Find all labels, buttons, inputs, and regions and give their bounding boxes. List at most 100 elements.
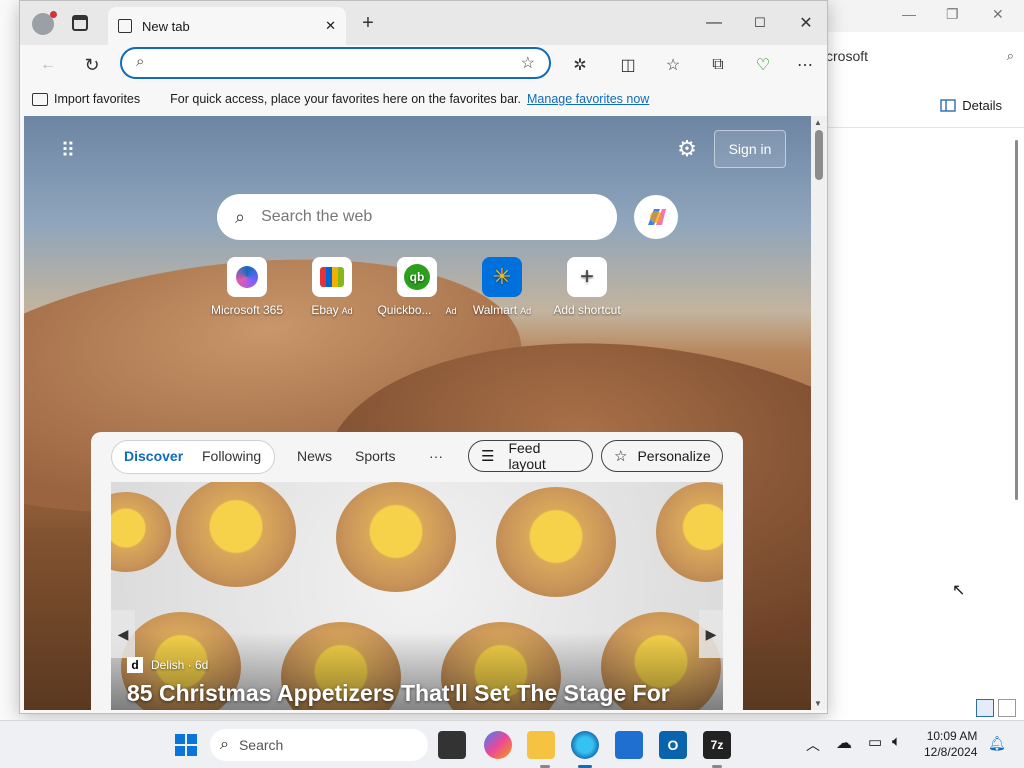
collections-icon[interactable]: ⧉ [704, 51, 732, 79]
carousel-next-arrow-icon[interactable]: ▶ [699, 610, 723, 658]
microsoft-365-icon [227, 257, 267, 297]
scroll-down-arrow-icon[interactable]: ▼ [814, 699, 822, 708]
page-scrollbar[interactable]: ▲ ▼ [811, 116, 827, 710]
feed-layout-button[interactable]: ☰ Feed layout [468, 440, 593, 472]
taskbar: ⌕ Search O 7z ︿ ☁ ▭ 🔈︎ 10:09 AM 12/8/202… [0, 720, 1024, 768]
news-feed-panel: Discover Following News Sports ··· ☰ Fee… [91, 432, 743, 710]
minimize-button[interactable]: — [702, 11, 726, 35]
manage-favorites-link[interactable]: Manage favorites now [527, 92, 649, 106]
shortcut-label: Walmart [472, 303, 518, 317]
details-button[interactable]: Details [940, 98, 1002, 113]
shortcut-label: Microsoft 365 [210, 303, 284, 317]
explorer-scrollbar[interactable] [1015, 140, 1018, 500]
explorer-minimize-button[interactable]: — [902, 6, 916, 22]
address-bar[interactable]: ⌕ ☆ [120, 47, 551, 79]
start-windows-icon[interactable] [172, 731, 200, 759]
explorer-close-button[interactable]: ✕ [992, 6, 1004, 23]
seven-zip-icon[interactable]: 7z [703, 731, 731, 759]
explorer-maximize-button[interactable]: ❐ [946, 6, 959, 23]
details-view-button[interactable] [976, 699, 994, 717]
add-shortcut-plus-icon: + [567, 257, 607, 297]
shortcut-quickbooks[interactable]: qb Quickbo... Ad [372, 257, 462, 317]
tab-actions-icon[interactable] [72, 15, 88, 31]
hero-headline[interactable]: 85 Christmas Appetizers That'll Set The … [127, 680, 670, 707]
notifications-bell-icon[interactable]: 🔔︎ [988, 735, 1006, 752]
tab-strip: New tab ✕ + — ☐ ✕ [20, 1, 827, 45]
hero-source: d Delish · 6d [127, 657, 208, 673]
page-settings-gear-icon[interactable]: ⚙ [674, 136, 700, 162]
search-icon: ⌕ [235, 206, 246, 227]
copilot-taskbar-icon[interactable] [484, 731, 512, 759]
mouse-cursor-icon: ↖ [952, 582, 966, 599]
volume-icon[interactable]: 🔈︎ [892, 733, 901, 750]
food-photo-shape [176, 482, 296, 587]
food-photo-shape [496, 487, 616, 597]
profile-alert-dot-icon [50, 11, 57, 18]
favorites-bar: Import favorites For quick access, place… [20, 85, 827, 113]
feed-layout-label: Feed layout [508, 440, 546, 472]
outlook-icon[interactable]: O [659, 731, 687, 759]
web-search-box[interactable]: ⌕ Search the web [217, 194, 617, 240]
favorites-icon[interactable]: ☆ [659, 51, 687, 79]
shortcut-label: Quickbo... [377, 303, 432, 317]
settings-more-icon[interactable]: ⋯ [791, 51, 819, 79]
favorite-star-icon[interactable]: ☆ [521, 53, 535, 73]
maximize-button[interactable]: ☐ [748, 11, 772, 35]
tiles-view-button[interactable] [998, 699, 1016, 717]
shortcut-walmart[interactable]: ✳ Walmart Ad [457, 257, 547, 317]
sparkle-star-icon: ☆ [614, 448, 628, 465]
apps-grid-icon[interactable]: ⠿ [56, 138, 80, 162]
browser-toolbar: ← ↻ ⌕ ☆ ✲ ◫ ☆ ⧉ ♡ ⋯ [20, 45, 827, 85]
clock[interactable]: 10:09 AM 12/8/2024 [924, 728, 977, 760]
shortcut-microsoft-365[interactable]: Microsoft 365 [202, 257, 292, 317]
tab-following[interactable]: Following [202, 448, 261, 464]
tab-sports[interactable]: Sports [355, 448, 395, 464]
close-tab-icon[interactable]: ✕ [325, 18, 336, 34]
file-explorer-icon[interactable] [527, 731, 555, 759]
browser-essentials-icon[interactable]: ♡ [749, 51, 777, 79]
task-view-icon[interactable] [438, 731, 466, 759]
shortcut-ebay[interactable]: Ebay Ad [287, 257, 377, 317]
edge-browser-icon[interactable] [571, 731, 599, 759]
show-hidden-icons-chevron-icon[interactable]: ︿ [806, 735, 820, 755]
explorer-left-strip [0, 0, 20, 720]
new-tab-plus-icon[interactable]: + [356, 11, 380, 35]
import-favorites-link[interactable]: Import favorites [54, 92, 140, 106]
details-label: Details [962, 98, 1002, 113]
clock-time: 10:09 AM [926, 729, 978, 743]
search-icon[interactable]: ⌕ [1007, 48, 1014, 64]
tab-news[interactable]: News [297, 448, 332, 464]
explorer-titlebar: — ❐ ✕ [826, 0, 1024, 32]
tab-new-tab[interactable]: New tab ✕ [108, 7, 346, 45]
tab-discover[interactable]: Discover [124, 448, 183, 464]
delish-logo-icon: d [127, 657, 143, 673]
shortcut-label: Add shortcut [553, 303, 621, 317]
explorer-address-bar[interactable]: crosoft ⌕ [826, 38, 1014, 74]
more-tabs-button[interactable]: ··· [429, 448, 443, 464]
ad-badge: Ad [341, 306, 353, 316]
taskbar-search[interactable]: ⌕ Search [210, 729, 428, 761]
extensions-icon[interactable]: ✲ [566, 51, 594, 79]
scrollbar-thumb[interactable] [815, 130, 823, 180]
carousel-prev-arrow-icon[interactable]: ◀ [111, 610, 135, 658]
walmart-spark-icon: ✳ [482, 257, 522, 297]
copilot-button[interactable] [634, 195, 678, 239]
microsoft-store-icon[interactable] [615, 731, 643, 759]
details-pane-icon [940, 99, 956, 112]
close-window-button[interactable]: ✕ [794, 11, 818, 35]
clock-date: 12/8/2024 [924, 745, 978, 759]
taskbar-search-label: Search [238, 737, 284, 753]
refresh-icon[interactable]: ↻ [78, 51, 106, 79]
shortcut-add[interactable]: + Add shortcut [542, 257, 632, 317]
split-screen-icon[interactable]: ◫ [614, 51, 642, 79]
ebay-shopping-bag-icon [312, 257, 352, 297]
sign-in-button[interactable]: Sign in [714, 130, 786, 168]
onedrive-icon[interactable]: ☁ [836, 733, 852, 753]
new-tab-page-icon [118, 19, 132, 33]
back-arrow-icon[interactable]: ← [34, 51, 62, 79]
network-icon[interactable]: ▭ [868, 733, 882, 751]
personalize-button[interactable]: ☆ Personalize [601, 440, 723, 472]
scroll-up-arrow-icon[interactable]: ▲ [814, 118, 822, 127]
hero-source-text: Delish · 6d [151, 658, 209, 672]
hero-article-card[interactable]: ◀ ▶ d Delish · 6d 85 Christmas Appetizer… [111, 482, 723, 710]
